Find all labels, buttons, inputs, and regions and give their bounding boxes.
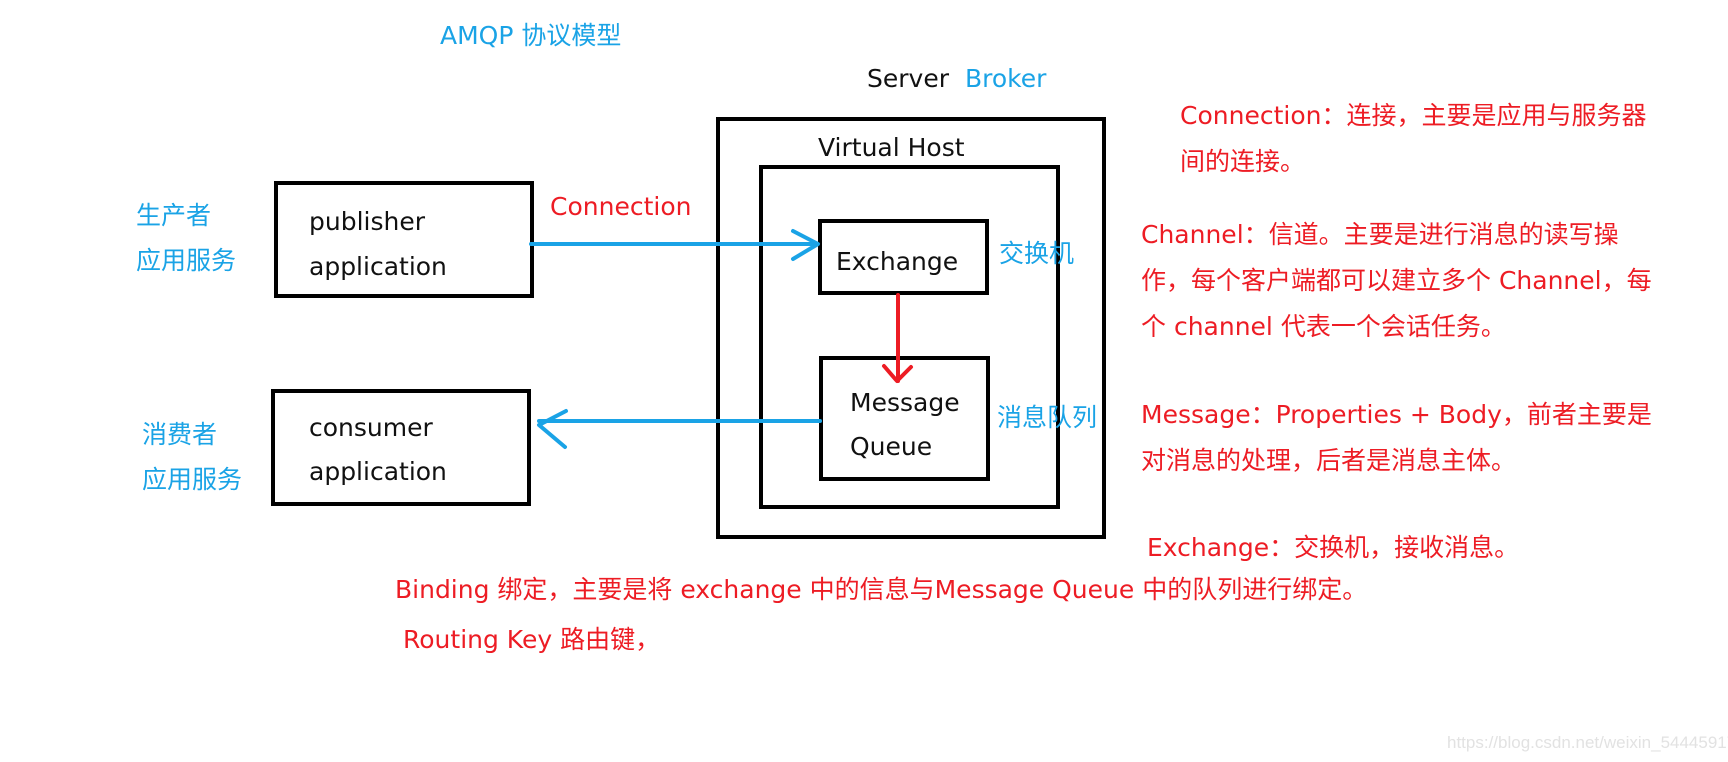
note-message-line1: Message：Properties + Body，前者主要是	[1141, 400, 1652, 429]
note-channel: Channel：信道。主要是进行消息的读写操 作，每个客户端都可以建立多个 Ch…	[1141, 212, 1652, 350]
publisher-role-line2: 应用服务	[136, 246, 237, 275]
note-connection: Connection：连接，主要是应用与服务器 间的连接。	[1180, 93, 1646, 185]
publisher-role-line1: 生产者	[136, 201, 212, 230]
note-message-line2: 对消息的处理，后者是消息主体。	[1141, 446, 1517, 475]
consumer-role-line1: 消费者	[142, 420, 218, 449]
consumer-label-line2: application	[309, 457, 447, 486]
exchange-caption: 交换机	[999, 239, 1075, 268]
publisher-label-line1: publisher	[309, 207, 426, 236]
note-channel-line3: 个 channel 代表一个会话任务。	[1141, 312, 1506, 341]
exchange-label: Exchange	[836, 247, 959, 276]
queue-label-line1: Message	[850, 388, 960, 417]
server-label: Server	[867, 64, 949, 93]
exchange-box: Exchange	[818, 219, 989, 295]
publisher-box: publisher application	[274, 181, 534, 298]
connection-label: Connection	[550, 192, 692, 221]
consumer-box: consumer application	[271, 389, 531, 506]
note-connection-line2: 间的连接。	[1180, 147, 1306, 176]
note-connection-line1: Connection：连接，主要是应用与服务器	[1180, 101, 1647, 130]
note-channel-line1: Channel：信道。主要是进行消息的读写操	[1141, 220, 1619, 249]
note-binding: Binding 绑定，主要是将 exchange 中的信息与Message Qu…	[395, 575, 1368, 604]
note-exchange: Exchange：交换机，接收消息。	[1147, 533, 1520, 562]
virtual-host-label: Virtual Host	[818, 133, 965, 162]
message-queue-box: Message Queue	[819, 356, 990, 481]
note-message: Message：Properties + Body，前者主要是 对消息的处理，后…	[1141, 392, 1652, 484]
publisher-label-line2: application	[309, 252, 447, 281]
broker-label: Broker	[965, 64, 1047, 93]
queue-label-line2: Queue	[850, 432, 933, 461]
queue-caption: 消息队列	[997, 403, 1098, 432]
consumer-label-line1: consumer	[309, 413, 433, 442]
diagram-title: AMQP 协议模型	[440, 21, 622, 50]
watermark: https://blog.csdn.net/weixin_54445917	[1447, 733, 1728, 752]
note-routing-key: Routing Key 路由键，	[403, 625, 661, 654]
note-channel-line2: 作，每个客户端都可以建立多个 Channel，每	[1141, 266, 1652, 295]
consumer-role-line2: 应用服务	[142, 465, 243, 494]
